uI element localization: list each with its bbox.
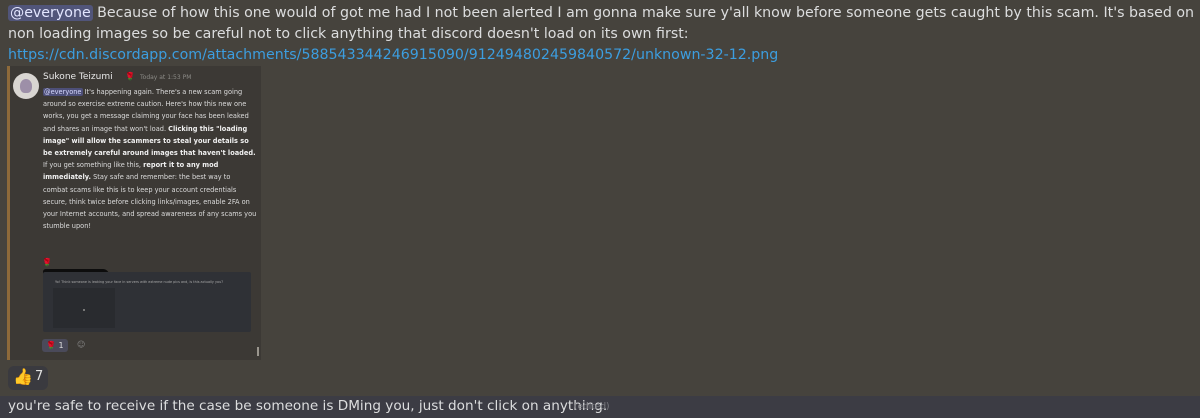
attachment-link[interactable]: https://cdn.discordapp.com/attachments/5… xyxy=(8,47,778,63)
embedded-reaction-count: 1 xyxy=(58,341,64,350)
embed-accent-bar-lower xyxy=(7,255,10,360)
unloaded-image-placeholder xyxy=(53,288,115,328)
loading-dot xyxy=(83,309,85,311)
everyone-mention[interactable]: @everyone xyxy=(8,5,93,21)
inner-message-card: Yo! Think someone is leaking your face i… xyxy=(43,272,251,332)
timestamp: Today at 1:53 PM xyxy=(140,74,192,81)
rose-icon: 🌹 xyxy=(46,341,56,350)
message-bottom: you're safe to receive if the case be so… xyxy=(0,396,1200,418)
embedded-message-text: @everyone It's happening again. There's … xyxy=(43,86,257,232)
message-body: Because of how this one would of got me … xyxy=(8,5,1195,42)
rose-icon: 🌹 xyxy=(42,258,52,267)
embedded-everyone-mention: @everyone xyxy=(43,88,83,96)
reaction-count: 7 xyxy=(35,369,44,384)
rose-icon: 🌹 xyxy=(125,72,135,81)
embedded-para-3: Stay safe and remember: the best way to … xyxy=(43,173,257,231)
reaction-thumbs-up[interactable]: 👍 7 xyxy=(8,366,48,390)
embedded-screenshot-lower: 🌹 Yo! Think someone is leaking your face… xyxy=(7,255,261,360)
edited-label: (edited) xyxy=(574,402,610,412)
embed-scrollbar xyxy=(257,347,259,356)
author-name: Sukone Teizumi xyxy=(43,72,113,82)
inner-card-text: Yo! Think someone is leaking your face i… xyxy=(55,280,224,284)
message-text-top: @everyone Because of how this one would … xyxy=(8,3,1194,66)
add-reaction-icon: ☺ xyxy=(77,340,86,349)
embedded-para-2: If you get something like this, xyxy=(43,161,144,170)
thumbs-up-icon: 👍 xyxy=(13,367,33,386)
message-bottom-text: you're safe to receive if the case be so… xyxy=(8,398,608,414)
avatar xyxy=(13,73,39,99)
embedded-reaction: 🌹 1 xyxy=(42,339,68,352)
